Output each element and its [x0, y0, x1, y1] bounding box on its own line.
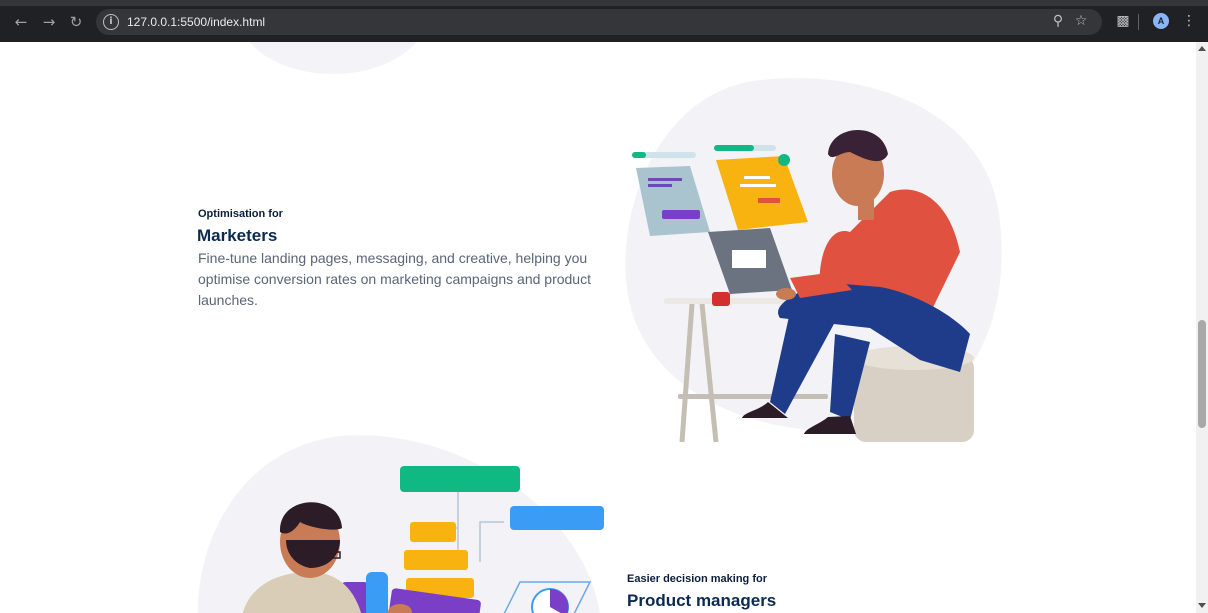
- product-managers-eyebrow: Easier decision making for: [627, 573, 767, 585]
- address-bar[interactable]: i 127.0.0.1:5500/index.html ⚲ ☆: [96, 9, 1102, 35]
- marketers-eyebrow: Optimisation for: [198, 208, 283, 220]
- back-arrow-icon[interactable]: ←: [12, 13, 30, 31]
- marketers-description: Fine-tune landing pages, messaging, and …: [198, 250, 591, 308]
- toolbar-divider: [1138, 14, 1139, 30]
- page-scrollbar[interactable]: [1196, 42, 1208, 613]
- url-text[interactable]: 127.0.0.1:5500/index.html: [127, 15, 265, 29]
- tab-strip-edge: [0, 0, 1208, 6]
- decorative-blob: [238, 42, 428, 74]
- profile-avatar[interactable]: A: [1153, 13, 1169, 29]
- reload-icon[interactable]: ↻: [67, 13, 85, 31]
- scroll-down-arrow-icon[interactable]: [1198, 603, 1206, 608]
- star-icon[interactable]: ☆: [1072, 12, 1090, 30]
- browser-toolbar: ← → ↻ i 127.0.0.1:5500/index.html ⚲ ☆ ▩ …: [0, 0, 1208, 42]
- marketers-title: Marketers: [197, 226, 278, 245]
- marketer-illustration: [625, 78, 1002, 443]
- page-content: Optimisation for Marketers Fine-tune lan…: [0, 42, 1196, 613]
- scroll-thumb[interactable]: [1198, 320, 1206, 428]
- kebab-menu-icon[interactable]: ⋮: [1180, 12, 1198, 30]
- scroll-up-arrow-icon[interactable]: [1198, 46, 1206, 51]
- forward-arrow-icon[interactable]: →: [40, 13, 58, 31]
- product-managers-title: Product managers: [627, 591, 777, 610]
- info-icon[interactable]: i: [103, 14, 119, 30]
- extensions-icon[interactable]: ▩: [1114, 12, 1132, 30]
- zoom-icon[interactable]: ⚲: [1049, 12, 1067, 30]
- product-manager-illustration: [197, 435, 604, 613]
